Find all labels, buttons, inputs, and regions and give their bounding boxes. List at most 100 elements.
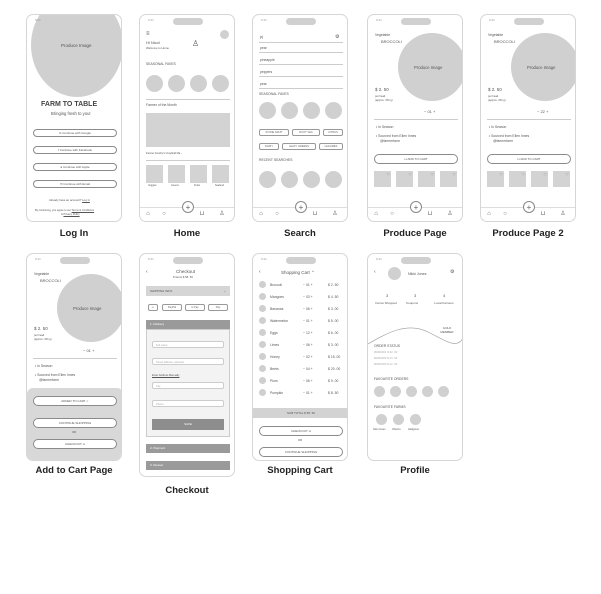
card-icon[interactable]: ▭ <box>148 304 158 311</box>
heart-icon[interactable]: ♡ <box>408 172 412 177</box>
farmer-image[interactable] <box>146 113 230 147</box>
email-button[interactable]: ✉ Continue with Email <box>33 180 117 188</box>
category-card[interactable] <box>168 165 185 183</box>
item-qty[interactable]: − 02 + <box>303 355 313 359</box>
seasonal-item[interactable] <box>190 75 207 92</box>
chip-root-veg[interactable]: ROOT VEG <box>292 129 320 136</box>
heart-icon[interactable]: ♡ <box>499 172 503 177</box>
fav-order-item[interactable] <box>422 386 433 397</box>
settings-icon[interactable]: ⚙ <box>335 34 339 40</box>
recent-item[interactable] <box>281 171 298 188</box>
avatar[interactable] <box>388 267 401 280</box>
profile-icon[interactable]: ♙ <box>446 211 454 218</box>
seasonal-item[interactable] <box>259 102 276 119</box>
add-button[interactable]: + <box>182 201 194 213</box>
quantity-stepper[interactable]: − 01 + <box>83 348 94 354</box>
related-item[interactable]: ♡ <box>418 171 435 187</box>
fav-order-item[interactable] <box>406 386 417 397</box>
continue-shopping-button[interactable]: CONTINUE SHOPPING <box>33 418 117 428</box>
seasonal-item[interactable] <box>325 102 342 119</box>
item-qty[interactable]: − 06 + <box>303 379 313 383</box>
suggestion[interactable]: pear <box>260 82 267 86</box>
item-qty[interactable]: − 01 + <box>303 319 313 323</box>
heart-icon[interactable]: ♡ <box>521 172 525 177</box>
delivery-section[interactable]: 1. Delivery <box>146 320 230 329</box>
item-qty[interactable]: − 06 + <box>303 343 313 347</box>
checkout-button[interactable]: CHECKOUT ⊔ <box>33 439 117 449</box>
item-qty[interactable]: − 04 + <box>303 367 313 371</box>
related-item[interactable]: ♡ <box>509 171 526 187</box>
recent-item[interactable] <box>325 171 342 188</box>
login-link[interactable]: Log In <box>82 198 90 202</box>
chip-leafy-greens[interactable]: LEAFY GREENS <box>282 143 316 150</box>
home-icon[interactable]: ⌂ <box>257 211 265 218</box>
quantity-stepper[interactable]: − 22 + <box>537 109 548 115</box>
menu-icon[interactable]: ≡ <box>146 31 150 38</box>
avatar[interactable] <box>220 30 229 39</box>
continue-shopping-button[interactable]: CONTINUE SHOPPING <box>259 447 343 457</box>
checkout-button[interactable]: CHECKOUT ⊔ <box>259 426 343 436</box>
heart-icon[interactable]: ♡ <box>565 172 569 177</box>
order-item[interactable]: #0000003 $ 12. 50 <box>374 362 397 366</box>
manual-address-link[interactable]: Enter Address Manually <box>152 374 179 377</box>
heart-icon[interactable]: ♡ <box>386 172 390 177</box>
item-qty[interactable]: − 01 + <box>303 391 313 395</box>
privacy-link[interactable]: Privacy Policy <box>63 213 79 216</box>
add-to-cart-button[interactable]: ⊔ ADD TO CART <box>487 154 571 164</box>
farm-handle[interactable]: @farmerfarm <box>39 378 59 382</box>
seasonal-item[interactable] <box>212 75 229 92</box>
profile-icon[interactable]: ♙ <box>559 211 567 218</box>
quantity-stepper[interactable]: − 01 + <box>424 109 435 115</box>
home-icon[interactable]: ⌂ <box>372 211 380 218</box>
home-icon[interactable]: ⌂ <box>485 211 493 218</box>
chip-dairy[interactable]: DAIRY <box>259 143 279 150</box>
related-item[interactable]: ♡ <box>531 171 548 187</box>
fav-farm-item[interactable] <box>410 414 421 425</box>
farm-handle[interactable]: @farmerfarm <box>380 139 400 143</box>
related-item[interactable]: ♡ <box>553 171 570 187</box>
search-icon[interactable]: ○ <box>160 211 168 218</box>
fav-order-item[interactable] <box>438 386 449 397</box>
gpay-button[interactable]: G Pay <box>185 304 205 311</box>
chip-stone-fruit[interactable]: STONE FRUIT <box>259 129 289 136</box>
recent-item[interactable] <box>259 171 276 188</box>
profile-icon[interactable]: ♙ <box>218 211 226 218</box>
chip-citrus[interactable]: CITRUS <box>323 129 343 136</box>
add-button[interactable]: + <box>295 201 307 213</box>
item-qty[interactable]: − 03 + <box>303 295 313 299</box>
heart-icon[interactable]: ♡ <box>543 172 547 177</box>
related-item[interactable]: ♡ <box>396 171 413 187</box>
fav-order-item[interactable] <box>374 386 385 397</box>
city-field[interactable]: City <box>152 382 224 389</box>
add-to-cart-button[interactable]: ⊔ ADD TO CART <box>374 154 458 164</box>
order-item[interactable]: #0000002 $ 23. 00 <box>374 356 397 360</box>
fav-farm-item[interactable] <box>393 414 404 425</box>
farm-handle[interactable]: @farmerfarm <box>493 139 513 143</box>
terms-link[interactable]: Terms & Conditions <box>72 209 95 212</box>
cart-icon[interactable]: ⊔ <box>311 211 319 218</box>
search-icon[interactable]: ○ <box>388 211 396 218</box>
fav-order-item[interactable] <box>390 386 401 397</box>
apple-button[interactable]: ● Continue with Apple <box>33 163 117 171</box>
order-item[interactable]: #0000001 $ 32. 00 <box>374 350 397 354</box>
chip-legumes[interactable]: LEGUMES <box>319 143 343 150</box>
add-button[interactable]: + <box>410 201 422 213</box>
cart-icon[interactable]: ⊔ <box>198 211 206 218</box>
category-card[interactable] <box>146 165 163 183</box>
paypal-button[interactable]: PayPal <box>162 304 182 311</box>
search-icon[interactable]: ○ <box>273 211 281 218</box>
google-button[interactable]: G Continue with Google <box>33 129 117 137</box>
facebook-button[interactable]: f Continue with Facebook <box>33 146 117 154</box>
payment-section[interactable]: 2. Payment <box>146 444 230 453</box>
phone-field[interactable]: Phone <box>152 400 224 407</box>
suggestion[interactable]: pineapple <box>260 58 275 62</box>
review-section[interactable]: 3. Review <box>146 461 230 470</box>
seasonal-item[interactable] <box>303 102 320 119</box>
suggestion[interactable]: pear <box>260 46 267 50</box>
profile-icon[interactable]: ♙ <box>331 211 339 218</box>
item-qty[interactable]: − 01 + <box>303 283 313 287</box>
related-item[interactable]: ♡ <box>374 171 391 187</box>
street-field[interactable]: Street address, apt/suite <box>152 358 224 365</box>
seasonal-item[interactable] <box>146 75 163 92</box>
add-button[interactable]: + <box>523 201 535 213</box>
